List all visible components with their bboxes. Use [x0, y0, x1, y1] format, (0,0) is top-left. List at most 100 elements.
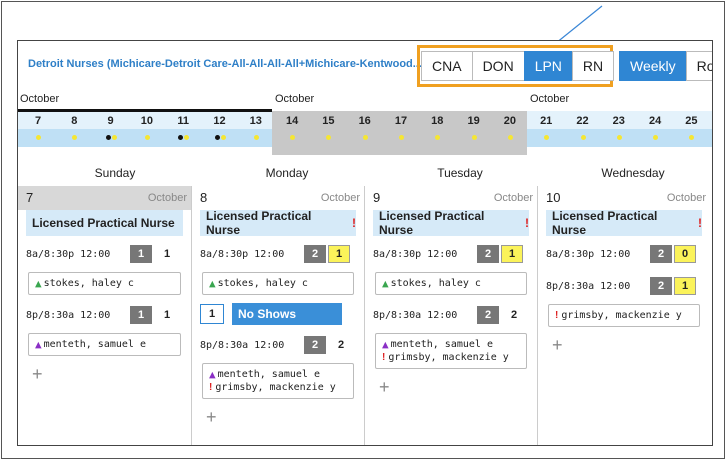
- shift-time: 8a/8:30p 12:00: [373, 248, 458, 260]
- role-heading[interactable]: Licensed Practical Nurse!: [200, 209, 356, 237]
- timeline-date[interactable]: 8: [56, 111, 92, 131]
- assigned-staff-box[interactable]: ▲ menteth, samuel e! grimsby, mackenzie y: [202, 363, 354, 399]
- timeline-date[interactable]: 18: [419, 111, 455, 131]
- role-heading[interactable]: Licensed Practical Nurse!: [373, 209, 529, 237]
- view-button-weekly[interactable]: Weekly: [619, 51, 687, 81]
- shift-time: 8p/8:30a 12:00: [373, 309, 458, 321]
- no-show-count: 1: [200, 304, 224, 324]
- assigned-staff-box[interactable]: ! grimsby, mackenzie y: [548, 304, 700, 327]
- add-shift-icon[interactable]: +: [206, 408, 350, 426]
- timeline-date[interactable]: 19: [456, 111, 492, 131]
- shift-row[interactable]: 8a/8:30p 12:00 2 1: [373, 242, 529, 266]
- day-header-tuesday: Tuesday: [437, 166, 483, 180]
- filled-count-badge: 0: [674, 245, 696, 263]
- role-filter-group: CNA DON LPN RN: [421, 51, 615, 81]
- role-heading-label: Licensed Practical Nurse: [552, 209, 658, 237]
- timeline-month-label: October: [530, 93, 570, 105]
- filled-count: 1: [163, 309, 171, 321]
- timeline-date[interactable]: 7: [20, 111, 56, 131]
- shift-row[interactable]: 8p/8:30a 12:00 2 1: [546, 274, 702, 298]
- no-shows-button[interactable]: No Shows: [232, 303, 342, 325]
- role-button-rn[interactable]: RN: [571, 51, 615, 81]
- app-frame: Detroit Nurses (Michicare-Detroit Care-A…: [1, 1, 725, 459]
- day-number: 7: [26, 190, 34, 205]
- required-count-badge: 2: [304, 245, 326, 263]
- timeline-date[interactable]: 10: [129, 111, 165, 131]
- user-icon: ▲: [209, 277, 216, 290]
- timeline-dot: [220, 135, 226, 140]
- day-header-wednesday: Wednesday: [601, 166, 665, 180]
- timeline-dot: [580, 135, 586, 140]
- staff-entry[interactable]: ! grimsby, mackenzie y: [209, 381, 347, 394]
- timeline-date[interactable]: 12: [202, 111, 238, 131]
- shift-row[interactable]: 8a/8:30p 12:00 2 1: [200, 242, 356, 266]
- day-column: 9 October Licensed Practical Nurse! 8a/8:30…: [364, 186, 537, 445]
- staff-entry[interactable]: ▲ stokes, haley c: [209, 277, 347, 290]
- user-icon: ▲: [35, 338, 42, 351]
- timeline-date[interactable]: 14: [274, 111, 310, 131]
- add-shift-icon[interactable]: +: [32, 365, 177, 383]
- user-icon: ▲: [382, 277, 389, 290]
- required-count-badge: 1: [130, 245, 152, 263]
- add-shift-icon[interactable]: +: [552, 336, 696, 354]
- timeline-date[interactable]: 11: [165, 111, 201, 131]
- staff-entry[interactable]: ▲ stokes, haley c: [35, 277, 174, 290]
- role-button-cna[interactable]: CNA: [421, 51, 473, 81]
- staff-name: grimsby, mackenzie y: [215, 382, 336, 393]
- timeline-dot: [36, 135, 41, 140]
- assigned-staff-box[interactable]: ▲ stokes, haley c: [28, 272, 181, 295]
- required-count-badge: 2: [650, 245, 672, 263]
- staff-entry[interactable]: ! grimsby, mackenzie y: [382, 351, 520, 364]
- timeline-date[interactable]: 25: [673, 111, 709, 131]
- shift-time: 8p/8:30a 12:00: [546, 280, 631, 292]
- role-heading[interactable]: Licensed Practical Nurse: [26, 210, 183, 236]
- staff-entry[interactable]: ▲ menteth, samuel e: [382, 338, 520, 351]
- timeline-dot-filled: [105, 135, 111, 140]
- shift-row[interactable]: 8p/8:30a 12:00 2 2: [373, 303, 529, 327]
- required-count-badge: 2: [304, 336, 326, 354]
- timeline-date[interactable]: 21: [528, 111, 564, 131]
- staff-entry[interactable]: ▲ menteth, samuel e: [209, 368, 347, 381]
- timeline-date[interactable]: 17: [383, 111, 419, 131]
- scheduler-panel: Detroit Nurses (Michicare-Detroit Care-A…: [17, 40, 713, 446]
- role-button-don[interactable]: DON: [471, 51, 525, 81]
- staff-name: stokes, haley c: [43, 278, 134, 289]
- shift-row[interactable]: 8a/8:30p 12:00 1 1: [26, 242, 183, 266]
- timeline-dot: [616, 135, 622, 140]
- add-shift-icon[interactable]: +: [379, 378, 523, 396]
- assigned-staff-box[interactable]: ▲ stokes, haley c: [202, 272, 354, 295]
- timeline-date[interactable]: 22: [565, 111, 601, 131]
- timeline-date[interactable]: 13: [238, 111, 274, 131]
- staff-entry[interactable]: ▲ menteth, samuel e: [35, 338, 174, 351]
- assigned-staff-box[interactable]: ▲ menteth, samuel e: [28, 333, 181, 356]
- role-button-lpn[interactable]: LPN: [523, 51, 573, 81]
- assigned-staff-box[interactable]: ▲ menteth, samuel e! grimsby, mackenzie y: [375, 333, 527, 369]
- shift-row[interactable]: 8p/8:30a 12:00 1 1: [26, 303, 183, 327]
- timeline-date[interactable]: 24: [637, 111, 673, 131]
- timeline-month-label: October: [20, 93, 60, 105]
- assigned-staff-box[interactable]: ▲ stokes, haley c: [375, 272, 527, 295]
- shift-time: 8p/8:30a 12:00: [26, 309, 111, 321]
- timeline-month-label: October: [275, 93, 315, 105]
- day-number: 8: [200, 190, 208, 205]
- timeline-date[interactable]: 16: [347, 111, 383, 131]
- timeline-date[interactable]: 23: [601, 111, 637, 131]
- view-button-roster[interactable]: Ro: [685, 51, 712, 81]
- staff-entry[interactable]: ! grimsby, mackenzie y: [555, 309, 693, 322]
- timeline-date[interactable]: 20: [492, 111, 528, 131]
- timeline-date[interactable]: 9: [93, 111, 129, 131]
- shift-row[interactable]: 8p/8:30a 12:00 2 2: [200, 333, 356, 357]
- timeline-dates: 7 8 9 10 11 12 13 14 15 16 17 18 19 20 21 22 23 24 25: [18, 111, 712, 131]
- shift-row[interactable]: 8a/8:30p 12:00 2 0: [546, 242, 702, 266]
- timeline-dot: [253, 135, 259, 140]
- required-count-badge: 2: [650, 277, 672, 295]
- staff-entry[interactable]: ▲ stokes, haley c: [382, 277, 520, 290]
- role-heading[interactable]: Licensed Practical Nurse!: [546, 209, 702, 237]
- filled-count: 1: [163, 248, 171, 260]
- filled-count-badge: 1: [328, 245, 350, 263]
- staff-name: grimsby, mackenzie y: [561, 310, 682, 321]
- alert-icon: !: [555, 310, 559, 321]
- timeline-date[interactable]: 15: [310, 111, 346, 131]
- alert-icon: !: [352, 216, 356, 230]
- facility-title[interactable]: Detroit Nurses (Michicare-Detroit Care-A…: [28, 58, 422, 70]
